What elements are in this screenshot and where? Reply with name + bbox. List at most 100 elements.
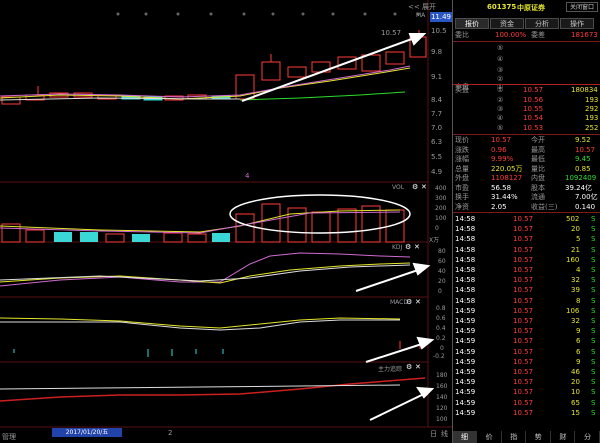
buy-volume: 180834 xyxy=(571,86,598,94)
trade-price: 10.57 xyxy=(513,276,534,285)
kdj-settings-icon[interactable]: ⚙ xyxy=(405,243,411,251)
axis-tick: 0.4 xyxy=(436,325,446,332)
trade-row: 14:59 10.57 9 S xyxy=(453,327,600,336)
sell-level: ③ xyxy=(497,66,504,74)
trade-price: 10.57 xyxy=(513,378,534,387)
trade-price: 10.57 xyxy=(513,398,534,407)
stat-label: 今开 xyxy=(531,136,545,144)
axis-tick: 0 xyxy=(440,345,444,352)
close-window-button[interactable]: 关闭窗口 xyxy=(566,2,598,12)
weibi-label: 委比 xyxy=(455,31,469,39)
tab-quote[interactable]: 报价 xyxy=(455,18,489,29)
expand-button[interactable]: << 展开 xyxy=(408,2,436,12)
stat-row: 涨幅 9.99% 最低 9.45 xyxy=(453,155,600,164)
axis-tick: 0 xyxy=(435,225,439,232)
stat-value: 1108127 xyxy=(491,174,523,182)
macd-bars-cyan xyxy=(13,349,224,357)
stat-value: 10.57 xyxy=(575,145,596,154)
buy-level: ② xyxy=(497,96,504,104)
trade-direction: S xyxy=(591,296,596,305)
stat-value: 0.140 xyxy=(575,202,596,211)
trade-time: 14:59 xyxy=(455,368,476,376)
stat-value: 56.58 xyxy=(491,183,512,192)
trade-price: 10.57 xyxy=(513,388,534,397)
tab-operate[interactable]: 操作 xyxy=(560,18,594,29)
panel-bottom-tab[interactable]: 财 xyxy=(551,431,576,443)
buy-row: ③ 10.55 292 xyxy=(453,105,600,114)
trade-price: 10.57 xyxy=(513,286,534,295)
trade-volume: 15 xyxy=(571,408,580,417)
stat-label: 量比 xyxy=(531,164,545,173)
manage-button[interactable]: 管理 xyxy=(2,432,16,442)
stat-label: 内盘 xyxy=(531,174,545,182)
kdj-close-icon[interactable]: ✕ xyxy=(414,243,420,251)
stat-value: 0.85 xyxy=(575,164,591,173)
buy-volume: 252 xyxy=(585,124,599,132)
trade-time: 14:59 xyxy=(455,378,476,387)
sell-row: ③ xyxy=(453,66,600,75)
chart-area[interactable]: << 展开 MA 11.49 10.57 4 10.5 9.8 9.1 8.4 … xyxy=(0,0,452,443)
sell-level: ④ xyxy=(497,55,504,63)
axis-tick: 40 xyxy=(438,268,446,275)
trade-direction: S xyxy=(591,235,596,244)
trade-row: 14:59 10.57 15 S xyxy=(453,409,600,418)
trade-volume: 9 xyxy=(576,327,581,336)
trade-row: 14:58 10.57 8 S xyxy=(453,297,600,306)
zl-settings-icon[interactable]: ⚙ xyxy=(406,363,412,371)
trade-volume: 10 xyxy=(571,388,580,397)
trade-time: 14:58 xyxy=(455,255,476,264)
vol-settings-icon[interactable]: ⚙ xyxy=(412,183,418,191)
trade-row: 14:59 10.57 65 S xyxy=(453,399,600,408)
panel-bottom-tab[interactable]: 指 xyxy=(502,431,527,443)
trade-direction: S xyxy=(591,337,596,346)
axis-tick: 100 xyxy=(435,215,447,222)
stat-row: 换手 31.44% 流通 7.00亿 xyxy=(453,193,600,202)
stat-label: 总量 xyxy=(455,164,469,173)
period-day-button[interactable]: 日 xyxy=(430,429,437,439)
trade-direction: S xyxy=(591,378,596,387)
stat-label: 涨幅 xyxy=(455,155,469,163)
stat-label: 最高 xyxy=(531,145,545,154)
date-cursor: 2017/01/20/五 xyxy=(52,428,122,437)
vol-close-icon[interactable]: ✕ xyxy=(421,183,427,191)
vol-label: VOL xyxy=(392,184,405,191)
stat-value: 39.24亿 xyxy=(565,183,593,192)
weibi-value: 100.00% xyxy=(495,31,527,39)
buy-row: ② 10.56 193 xyxy=(453,96,600,105)
panel-bottom-tab[interactable]: 细 xyxy=(453,431,477,443)
trade-row: 14:58 10.57 4 S xyxy=(453,266,600,275)
axis-tick: 60 xyxy=(438,258,446,265)
buy-level: ③ xyxy=(497,105,504,113)
trade-volume: 502 xyxy=(566,215,580,223)
period-line-button[interactable]: 线 xyxy=(441,429,448,439)
buy-volume: 292 xyxy=(585,105,599,113)
axis-tick: 80 xyxy=(438,248,446,255)
trade-direction: S xyxy=(591,317,596,325)
trade-time: 14:59 xyxy=(455,388,476,397)
trade-row: 14:59 10.57 6 S xyxy=(453,348,600,357)
stat-label: 现价 xyxy=(455,136,469,144)
stat-value: 9.52 xyxy=(575,136,591,144)
trade-price: 10.57 xyxy=(513,337,534,346)
quote-panel: 601375 中原证券 关闭窗口 报价 资金 分析 操作 委比 100.00% … xyxy=(452,0,600,443)
panel-bottom-tab[interactable]: 分 xyxy=(576,431,600,443)
price-box: 11.49 xyxy=(430,12,452,22)
panel-bottom-tab[interactable]: 势 xyxy=(527,431,551,443)
zl-close-icon[interactable]: ✕ xyxy=(415,363,421,371)
stat-row: 外盘 1108127 内盘 1092409 xyxy=(453,174,600,183)
axis-tick: 9.8 xyxy=(431,48,443,56)
trade-direction: S xyxy=(591,255,596,264)
stat-value: 10.57 xyxy=(491,136,512,144)
axis-tick: 300 xyxy=(435,195,447,202)
panel-bottom-tab[interactable]: 价 xyxy=(478,431,502,443)
trade-volume: 6 xyxy=(576,347,581,356)
stat-row: 市盈 56.58 股本 39.24亿 xyxy=(453,184,600,193)
macd-close-icon[interactable]: ✕ xyxy=(415,298,421,306)
trade-time: 14:58 xyxy=(455,245,476,254)
macd-settings-icon[interactable]: ⚙ xyxy=(406,298,412,306)
tab-funds[interactable]: 资金 xyxy=(490,18,524,29)
tab-analysis[interactable]: 分析 xyxy=(525,18,559,29)
trade-row: 14:59 10.57 106 S xyxy=(453,307,600,316)
axis-tick: 7.0 xyxy=(431,124,443,132)
trade-row: 14:58 10.57 21 S xyxy=(453,246,600,255)
